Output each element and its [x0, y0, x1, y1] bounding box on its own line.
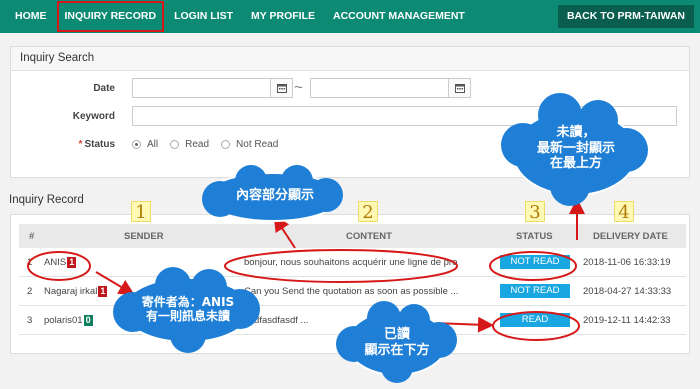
- sender-highlight-ellipse: [27, 251, 91, 281]
- cloud-sender-text: 寄件者為：ANIS 有一則訊息未讀: [141, 295, 235, 324]
- read-highlight-ellipse: [492, 311, 580, 341]
- not-read-highlight-ellipse: [489, 251, 577, 281]
- cloud-content-text: 內容部分顯示: [235, 188, 314, 203]
- marker-1: 1: [131, 201, 151, 223]
- content-highlight-ellipse: [224, 249, 458, 283]
- marker-3: 3: [525, 201, 545, 223]
- cloud-read-text: 已讀 顯示在下方: [364, 327, 430, 358]
- cloud-unread-text: 未讀， 最新一封顯示 在最上方: [536, 125, 615, 172]
- marker-2: 2: [358, 201, 378, 223]
- marker-4: 4: [614, 201, 634, 223]
- annotation-overlay: [27, 93, 648, 383]
